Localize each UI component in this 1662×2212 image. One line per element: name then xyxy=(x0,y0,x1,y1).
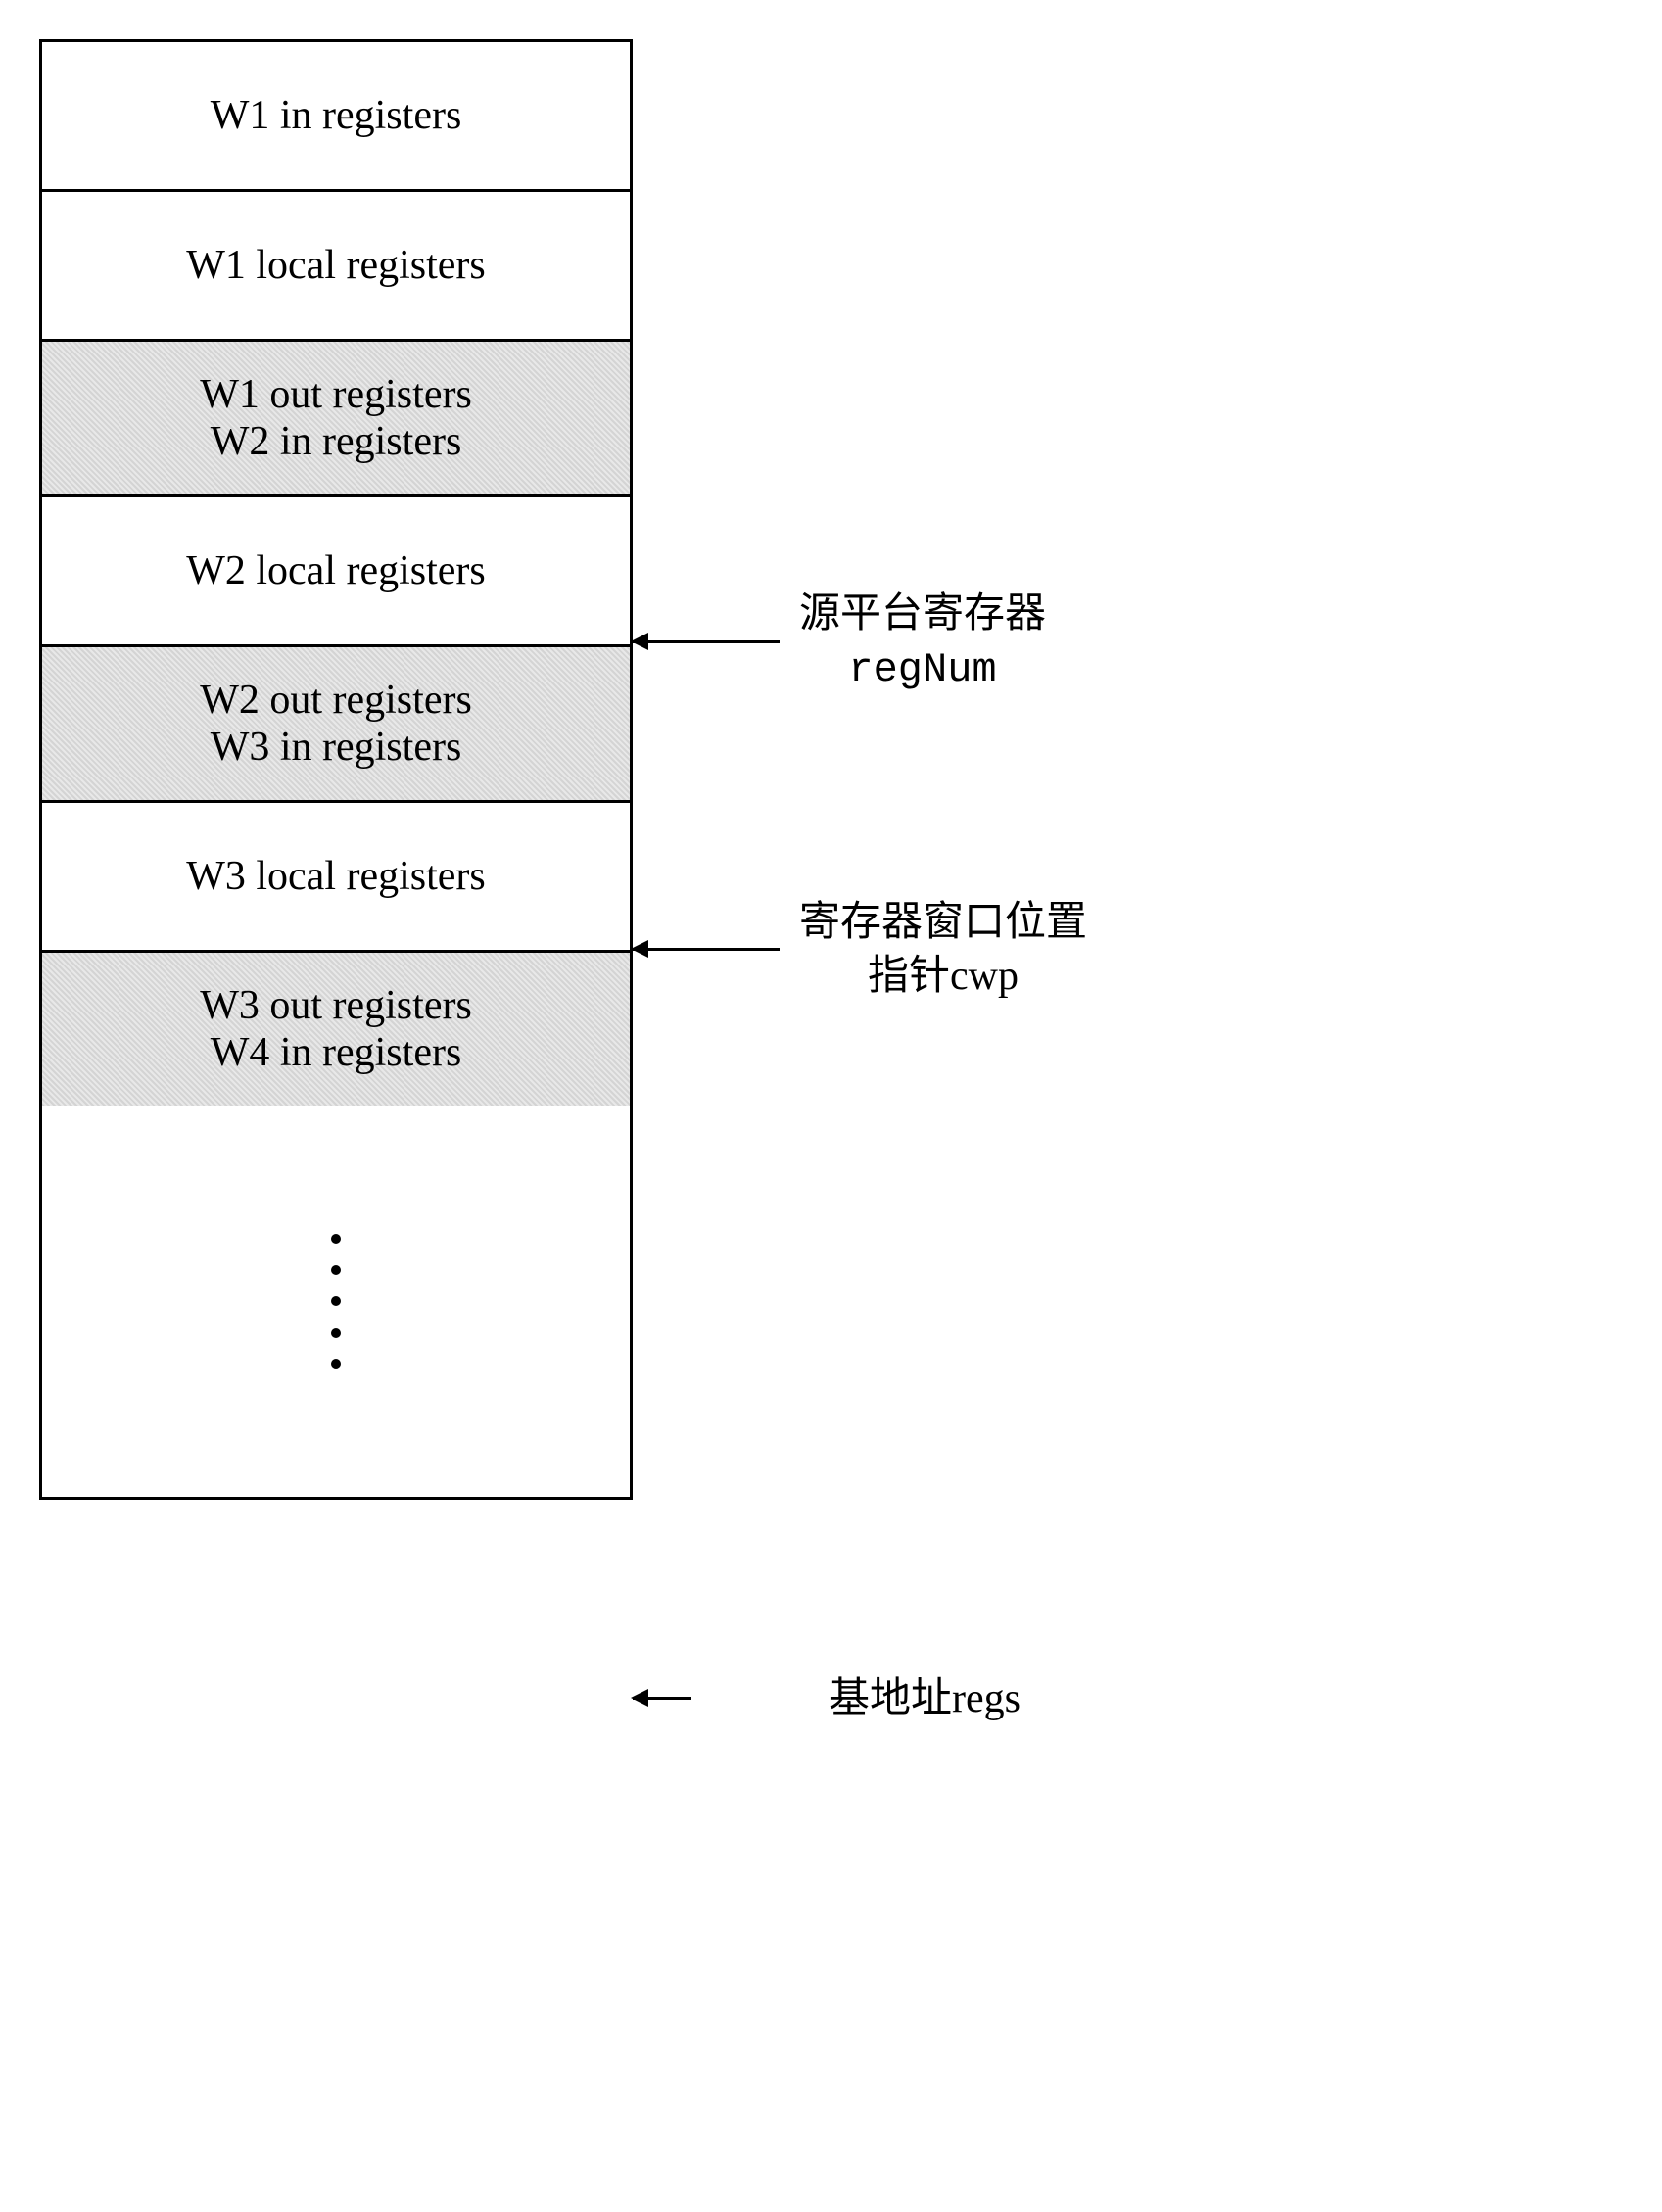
stack-cell-w3-local: W3 local registers xyxy=(42,803,630,953)
annotation-base xyxy=(633,1697,691,1700)
annotation-line: regNum xyxy=(799,641,1046,697)
dot-icon xyxy=(331,1359,341,1369)
annotation-regnum: 源平台寄存器 regNum xyxy=(633,588,1046,696)
cell-line: W3 local registers xyxy=(186,853,486,900)
stack-cell-w1-local: W1 local registers xyxy=(42,192,630,342)
annotation-base-text: 基地址regs xyxy=(829,1665,1021,1724)
cell-line: W4 in registers xyxy=(211,1029,462,1076)
arrow-icon xyxy=(633,640,780,643)
dot-icon xyxy=(331,1328,341,1338)
stack-cell-w1out-w2in: W1 out registers W2 in registers xyxy=(42,342,630,497)
cell-line: W1 out registers xyxy=(200,371,472,418)
stack-cell-w3out-w4in: W3 out registers W4 in registers xyxy=(42,953,630,1106)
annotation-line: 寄存器窗口位置 xyxy=(799,896,1087,950)
cell-line: W3 in registers xyxy=(211,724,462,771)
cell-line: W2 local registers xyxy=(186,547,486,594)
cell-line: W1 in registers xyxy=(211,92,462,139)
dot-icon xyxy=(331,1265,341,1275)
cell-line: W1 local registers xyxy=(186,242,486,289)
arrow-icon xyxy=(633,948,780,951)
cell-line: W2 in registers xyxy=(211,418,462,465)
annotation-line: 指针cwp xyxy=(799,950,1087,1004)
dot-icon xyxy=(331,1296,341,1306)
annotation-line: 源平台寄存器 xyxy=(799,588,1046,641)
stack-ellipsis xyxy=(42,1106,630,1497)
stack-cell-w2out-w3in: W2 out registers W3 in registers xyxy=(42,647,630,803)
annotation-text: 寄存器窗口位置 指针cwp xyxy=(780,896,1087,1003)
stack-cell-w1-in: W1 in registers xyxy=(42,42,630,192)
arrow-icon xyxy=(633,1697,691,1700)
stack-cell-w2-local: W2 local registers xyxy=(42,497,630,647)
register-stack: W1 in registers W1 local registers W1 ou… xyxy=(39,39,633,1500)
annotation-cwp: 寄存器窗口位置 指针cwp xyxy=(633,896,1087,1003)
cell-line: W3 out registers xyxy=(200,982,472,1029)
cell-line: W2 out registers xyxy=(200,677,472,724)
annotation-text: 源平台寄存器 regNum xyxy=(780,588,1046,696)
dot-icon xyxy=(331,1234,341,1244)
